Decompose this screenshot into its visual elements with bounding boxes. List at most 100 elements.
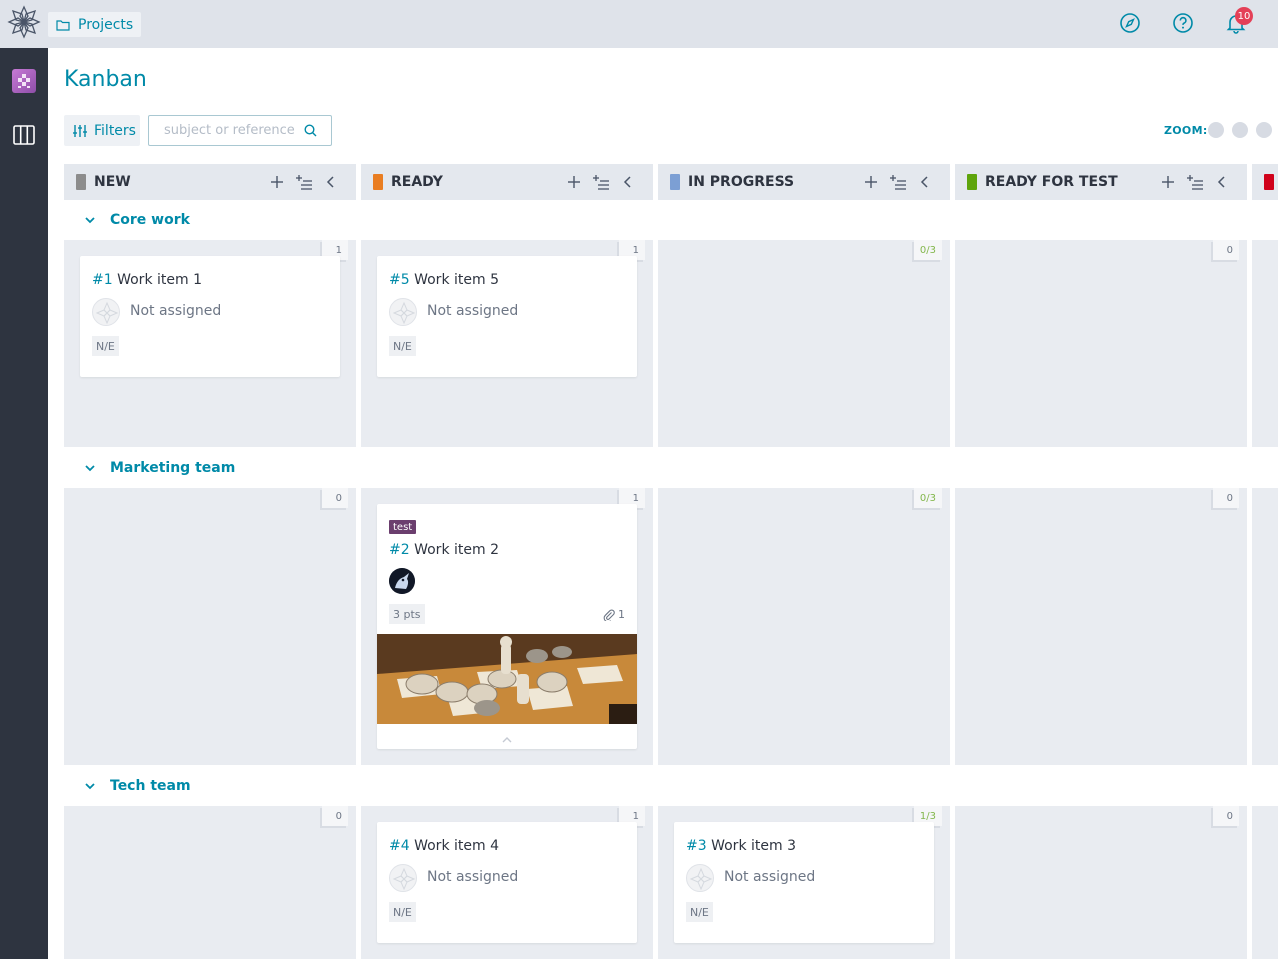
zoom-level-1[interactable]	[1208, 122, 1224, 138]
search-field[interactable]	[148, 115, 332, 146]
card-ref[interactable]: #5	[389, 272, 410, 288]
fold-column-icon[interactable]	[322, 173, 340, 191]
zoom-level-2[interactable]	[1232, 122, 1248, 138]
board-cell: 0/3	[658, 240, 950, 447]
assignee-label[interactable]: Not assigned	[130, 303, 221, 319]
card-count: 0	[322, 488, 348, 508]
board-cell: 0	[64, 806, 356, 959]
add-icon[interactable]	[1159, 173, 1177, 191]
project-logo-icon	[18, 74, 30, 88]
add-icon[interactable]	[565, 173, 583, 191]
card-count: 0	[1213, 806, 1239, 826]
assignee-label[interactable]: Not assigned	[427, 303, 518, 319]
search-input[interactable]	[149, 116, 299, 145]
column-header-new: NEW	[64, 164, 356, 200]
bulk-add-icon[interactable]	[295, 173, 313, 191]
card-subject[interactable]: Work item 5	[414, 272, 499, 288]
project-avatar[interactable]	[12, 69, 36, 93]
board-cell	[1252, 240, 1278, 447]
column-name: READY FOR TEST	[985, 174, 1118, 190]
card-ref[interactable]: #2	[389, 542, 410, 558]
swimlane-toggle-core-work[interactable]: Core work	[84, 212, 190, 228]
column-color-swatch	[670, 174, 680, 190]
card-ref[interactable]: #4	[389, 838, 410, 854]
default-avatar-icon	[392, 301, 416, 325]
column-header-ready-for-test: READY FOR TEST	[955, 164, 1247, 200]
sidebar	[0, 48, 48, 959]
board-cell: 0	[64, 488, 356, 765]
card-subject[interactable]: Work item 4	[414, 838, 499, 854]
card-subject[interactable]: Work item 3	[711, 838, 796, 854]
avatar	[389, 298, 417, 326]
chevron-down-icon	[85, 783, 95, 790]
fold-column-icon[interactable]	[619, 173, 637, 191]
search-icon[interactable]	[304, 124, 317, 137]
column-name: IN PROGRESS	[688, 174, 795, 190]
bulk-add-icon[interactable]	[592, 173, 610, 191]
card-ref[interactable]: #1	[92, 272, 113, 288]
add-icon[interactable]	[268, 173, 286, 191]
board-cell: 0	[955, 806, 1247, 959]
zoom-label: ZOOM:	[1164, 124, 1208, 137]
page-title: Kanban	[64, 67, 147, 92]
fold-column-icon[interactable]	[1213, 173, 1231, 191]
bulk-add-icon[interactable]	[889, 173, 907, 191]
card-title[interactable]: #2 Work item 2	[389, 542, 499, 558]
avatar-image-icon	[389, 568, 415, 594]
swimlane-title: Tech team	[110, 778, 191, 794]
fold-column-icon[interactable]	[916, 173, 934, 191]
projects-button[interactable]: Projects	[48, 12, 142, 37]
card-cover-image[interactable]	[377, 634, 637, 724]
card-subject[interactable]: Work item 1	[117, 272, 202, 288]
assignee-label[interactable]: Not assigned	[724, 869, 815, 885]
column-color-swatch	[967, 174, 977, 190]
swimlane-toggle-tech-team[interactable]: Tech team	[84, 778, 191, 794]
card[interactable]: test #2 Work item 2 3 pts 1	[377, 504, 637, 749]
swimlane-toggle-marketing-team[interactable]: Marketing team	[84, 460, 235, 476]
card-title[interactable]: #3 Work item 3	[686, 838, 796, 854]
card-subject[interactable]: Work item 2	[414, 542, 499, 558]
card-count: 0	[1213, 488, 1239, 508]
board-cell: 1 #1 Work item 1 Not assigned N/E	[64, 240, 356, 447]
board-cell	[1252, 488, 1278, 765]
card-title[interactable]: #1 Work item 1	[92, 272, 202, 288]
notification-badge: 10	[1235, 7, 1253, 25]
zoom-level-3[interactable]	[1256, 122, 1272, 138]
board-cell	[1252, 806, 1278, 959]
estimate-badge: N/E	[389, 336, 416, 356]
card-ref[interactable]: #3	[686, 838, 707, 854]
card[interactable]: #5 Work item 5 Not assigned N/E	[377, 256, 637, 377]
column-header-done	[1252, 164, 1278, 200]
board-cell: 0/3	[658, 488, 950, 765]
card-title[interactable]: #4 Work item 4	[389, 838, 499, 854]
chevron-down-icon	[85, 217, 95, 224]
default-avatar-icon	[392, 867, 416, 891]
kanban-icon[interactable]	[12, 123, 36, 147]
assignee-label[interactable]: Not assigned	[427, 869, 518, 885]
card-title[interactable]: #5 Work item 5	[389, 272, 499, 288]
help-icon[interactable]	[1172, 12, 1194, 34]
board-cell: 1 test #2 Work item 2 3 pts 1	[361, 488, 653, 765]
card-tag[interactable]: test	[389, 520, 417, 534]
filters-button[interactable]: Filters	[64, 115, 140, 146]
taiga-logo-icon[interactable]	[6, 4, 42, 40]
attachment-count-value: 1	[618, 608, 625, 621]
chevron-up-icon[interactable]	[501, 734, 513, 746]
column-color-swatch	[373, 174, 383, 190]
bulk-add-icon[interactable]	[1186, 173, 1204, 191]
column-header-ready: READY	[361, 164, 653, 200]
board-cell: 1/3 #3 Work item 3 Not assigned N/E	[658, 806, 950, 959]
add-icon[interactable]	[862, 173, 880, 191]
board-cell: 1 #5 Work item 5 Not assigned N/E	[361, 240, 653, 447]
card[interactable]: #1 Work item 1 Not assigned N/E	[80, 256, 340, 377]
attachment-count[interactable]: 1	[603, 608, 625, 621]
estimate-badge: N/E	[92, 336, 119, 356]
board-cell: 0	[955, 488, 1247, 765]
compass-icon[interactable]	[1119, 12, 1141, 34]
default-avatar-icon	[95, 301, 119, 325]
card[interactable]: #3 Work item 3 Not assigned N/E	[674, 822, 934, 943]
board-cell: 0	[955, 240, 1247, 447]
card[interactable]: #4 Work item 4 Not assigned N/E	[377, 822, 637, 943]
chevron-down-icon	[85, 465, 95, 472]
user-avatar[interactable]	[389, 568, 415, 594]
